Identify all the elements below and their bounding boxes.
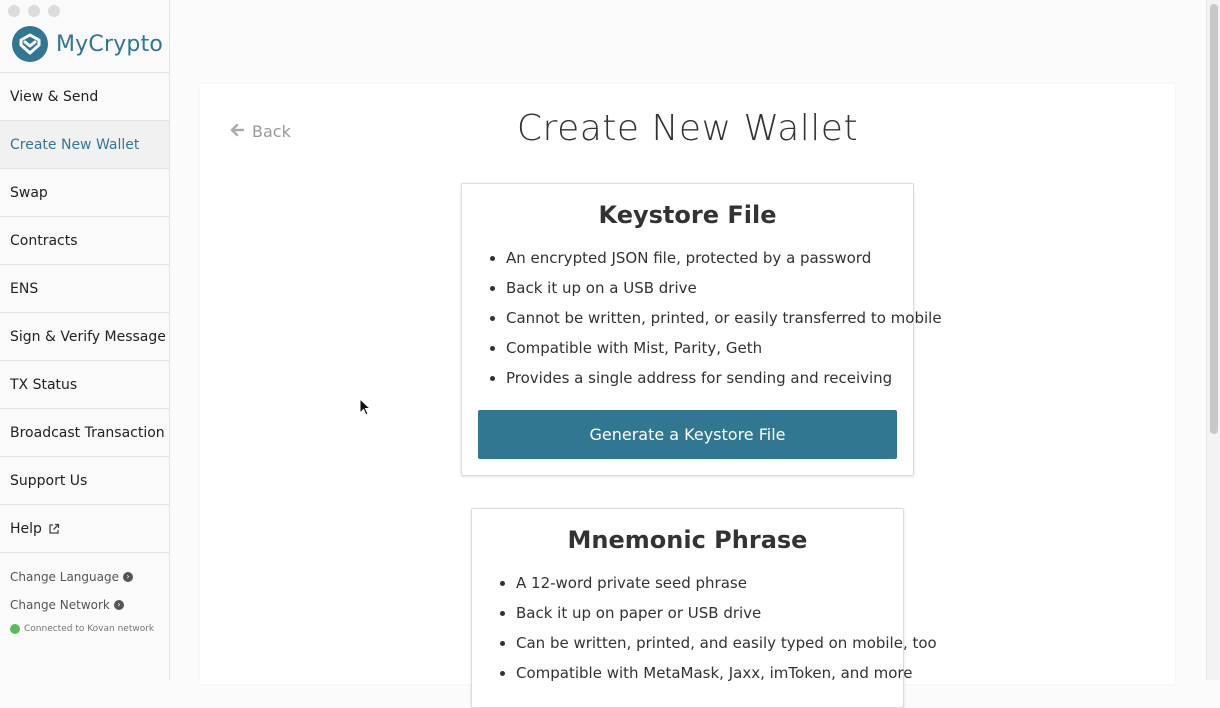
list-item: Compatible with Mist, Parity, Geth bbox=[462, 333, 913, 363]
sidebar-item-label: Create New Wallet bbox=[10, 136, 140, 153]
sidebar-item-label: ENS bbox=[10, 280, 39, 297]
sidebar-item-label: Help bbox=[10, 520, 42, 537]
scrollbar-thumb[interactable] bbox=[1210, 4, 1218, 434]
sidebar-item-view-send[interactable]: View & Send bbox=[0, 73, 169, 121]
keystore-feature-list: An encrypted JSON file, protected by a p… bbox=[462, 243, 942, 393]
list-item: Back it up on paper or USB drive bbox=[472, 598, 903, 628]
sidebar-item-label: Contracts bbox=[10, 232, 78, 249]
generate-keystore-button[interactable]: Generate a Keystore File bbox=[478, 410, 897, 459]
list-item: Back it up on a USB drive bbox=[462, 273, 913, 303]
sidebar-item-help[interactable]: Help bbox=[0, 505, 169, 553]
sidebar: MyCrypto View & Send Create New Wallet S… bbox=[0, 0, 170, 680]
mycrypto-logo-icon bbox=[12, 26, 48, 62]
external-link-icon bbox=[48, 523, 60, 535]
change-language-label: Change Language bbox=[10, 570, 119, 584]
mnemonic-phrase-card: Mnemonic Phrase A 12-word private seed p… bbox=[471, 508, 937, 708]
scrollbar[interactable] bbox=[1206, 0, 1220, 680]
sidebar-item-swap[interactable]: Swap bbox=[0, 169, 169, 217]
keystore-file-card: Keystore File An encrypted JSON file, pr… bbox=[461, 183, 942, 476]
main-panel: Back Create New Wallet Keystore File An … bbox=[200, 84, 1175, 708]
list-item: Compatible with MetaMask, Jaxx, imToken,… bbox=[472, 658, 912, 688]
logo-text: MyCrypto bbox=[56, 31, 164, 57]
list-item: Cannot be written, printed, or easily tr… bbox=[462, 303, 942, 333]
change-network-link[interactable]: Change Network › bbox=[10, 596, 165, 614]
sidebar-nav: View & Send Create New Wallet Swap Contr… bbox=[0, 72, 169, 553]
sidebar-item-sign-verify-message[interactable]: Sign & Verify Message bbox=[0, 313, 169, 361]
network-status-text: Connected to Kovan network bbox=[24, 624, 155, 634]
sidebar-item-support-us[interactable]: Support Us bbox=[0, 457, 169, 505]
sidebar-item-contracts[interactable]: Contracts bbox=[0, 217, 169, 265]
sidebar-item-label: Sign & Verify Message bbox=[10, 328, 166, 345]
close-window-button[interactable] bbox=[8, 5, 20, 17]
sidebar-item-create-new-wallet[interactable]: Create New Wallet bbox=[0, 121, 169, 169]
sidebar-item-label: TX Status bbox=[10, 376, 78, 393]
list-item: Provides a single address for sending an… bbox=[462, 363, 913, 393]
list-item: An encrypted JSON file, protected by a p… bbox=[462, 243, 913, 273]
sidebar-footer: Change Language › Change Network › Conne… bbox=[10, 568, 165, 634]
list-item: A 12-word private seed phrase bbox=[472, 568, 903, 598]
mnemonic-feature-list: A 12-word private seed phrase Back it up… bbox=[472, 568, 937, 688]
status-dot-icon bbox=[10, 624, 20, 634]
sidebar-item-ens[interactable]: ENS bbox=[0, 265, 169, 313]
change-network-label: Change Network bbox=[10, 598, 110, 612]
sidebar-item-label: View & Send bbox=[10, 88, 99, 105]
network-status: Connected to Kovan network bbox=[10, 624, 165, 634]
app-window: MyCrypto View & Send Create New Wallet S… bbox=[0, 0, 1220, 708]
window-controls bbox=[8, 5, 60, 17]
mnemonic-card-title: Mnemonic Phrase bbox=[567, 526, 808, 554]
list-item: Can be written, printed, and easily type… bbox=[472, 628, 937, 658]
sidebar-item-label: Support Us bbox=[10, 472, 88, 489]
change-language-link[interactable]: Change Language › bbox=[10, 568, 165, 586]
sidebar-item-tx-status[interactable]: TX Status bbox=[0, 361, 169, 409]
mouse-cursor-icon bbox=[359, 397, 372, 416]
arrow-right-circle-icon: › bbox=[113, 600, 124, 610]
page-title: Create New Wallet bbox=[516, 108, 859, 149]
zoom-window-button[interactable] bbox=[48, 5, 60, 17]
keystore-card-title: Keystore File bbox=[598, 201, 777, 229]
sidebar-item-label: Swap bbox=[10, 184, 48, 201]
logo[interactable]: MyCrypto bbox=[12, 26, 163, 62]
sidebar-item-label: Broadcast Transaction bbox=[10, 424, 165, 441]
arrow-right-circle-icon: › bbox=[122, 572, 133, 582]
sidebar-item-broadcast-transaction[interactable]: Broadcast Transaction bbox=[0, 409, 169, 457]
minimize-window-button[interactable] bbox=[28, 5, 40, 17]
